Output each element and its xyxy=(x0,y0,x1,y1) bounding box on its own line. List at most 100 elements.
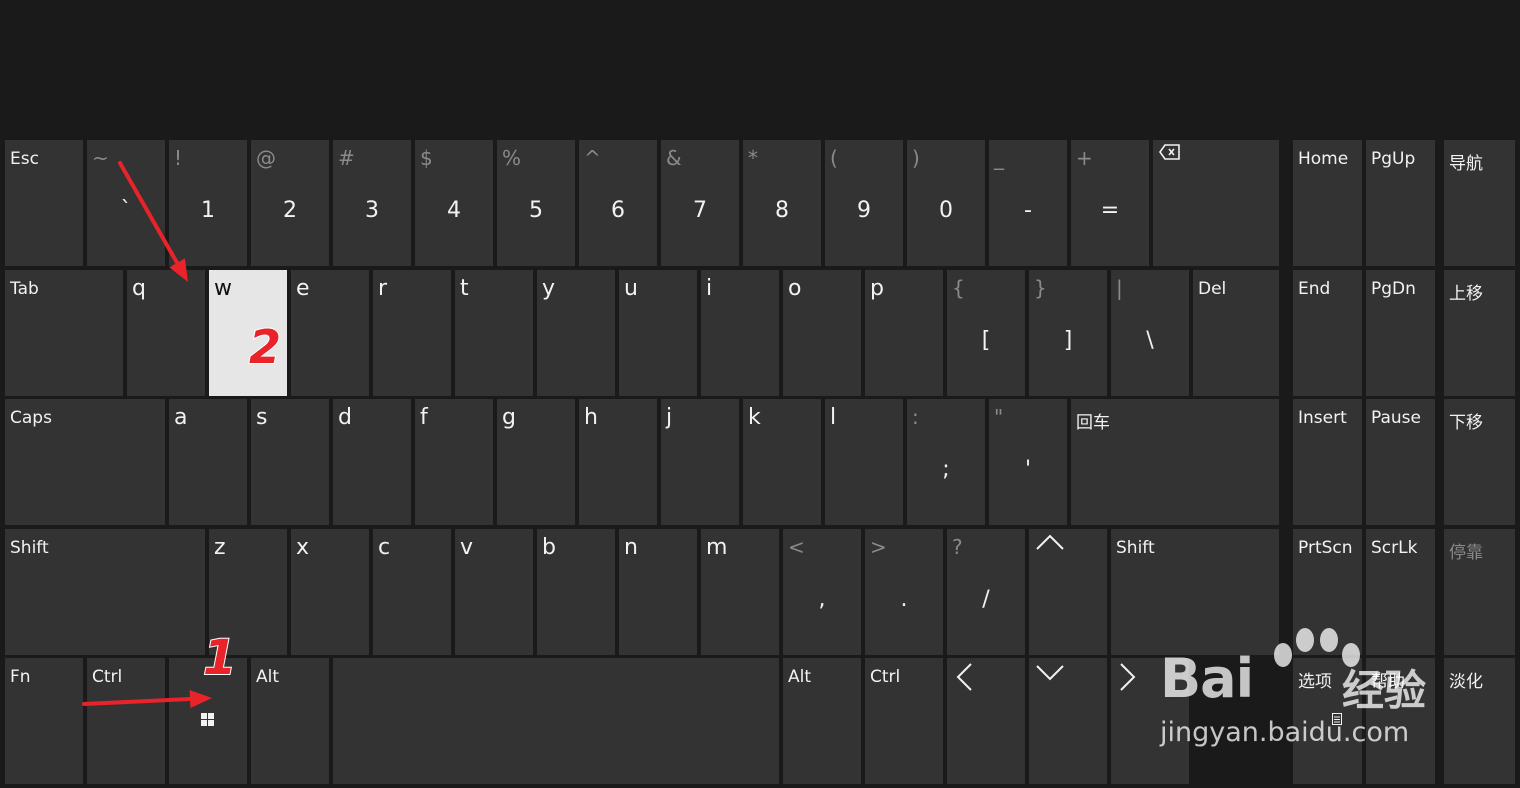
key-digit9[interactable]: (9 xyxy=(825,140,903,266)
key-altleft[interactable]: Alt xyxy=(251,658,329,784)
key-dock[interactable]: 停靠 xyxy=(1444,529,1515,655)
key-movedown[interactable]: 下移 xyxy=(1444,399,1515,525)
key-f-label: f xyxy=(420,405,428,430)
key-pause[interactable]: Pause xyxy=(1366,399,1435,525)
key-bracketleft[interactable]: {[ xyxy=(947,270,1025,396)
key-s[interactable]: s xyxy=(251,399,329,525)
key-fade-label: 淡化 xyxy=(1449,672,1483,692)
key-comma[interactable]: <, xyxy=(783,529,861,655)
key-digit3[interactable]: #3 xyxy=(333,140,411,266)
key-digit8[interactable]: * 8 xyxy=(743,140,821,266)
key-digit4-label: 4 xyxy=(447,198,461,223)
key-ctrlleft[interactable]: Ctrl xyxy=(87,658,165,784)
key-digit7[interactable]: & 7 xyxy=(661,140,739,266)
key-i[interactable]: i xyxy=(701,270,779,396)
key-esc[interactable]: Esc xyxy=(5,140,83,266)
key-ctrlleft-label: Ctrl xyxy=(92,667,123,687)
key-digit1[interactable]: ! 1 xyxy=(169,140,247,266)
key-period-shift-label: > xyxy=(870,535,887,559)
key-options[interactable]: 选项 xyxy=(1293,658,1362,784)
key-arrowright[interactable] xyxy=(1111,658,1189,784)
key-n[interactable]: n xyxy=(619,529,697,655)
key-pause-label: Pause xyxy=(1371,408,1421,428)
key-shiftleft[interactable]: Shift xyxy=(5,529,205,655)
key-pgdn[interactable]: PgDn xyxy=(1366,270,1435,396)
key-fade[interactable]: 淡化 xyxy=(1444,658,1515,784)
key-prtscn[interactable]: PrtScn xyxy=(1293,529,1362,655)
key-home[interactable]: Home xyxy=(1293,140,1362,266)
key-digit0[interactable]: ) 0 xyxy=(907,140,985,266)
key-tab-label: Tab xyxy=(10,279,39,299)
key-options-label: 选项 xyxy=(1298,672,1332,692)
key-backspace[interactable] xyxy=(1153,140,1279,266)
key-help[interactable]: 帮助 xyxy=(1366,658,1435,784)
key-g-label: g xyxy=(502,405,516,430)
key-d[interactable]: d xyxy=(333,399,411,525)
key-v[interactable]: v xyxy=(455,529,533,655)
key-pgdn-label: PgDn xyxy=(1371,279,1416,299)
key-b[interactable]: b xyxy=(537,529,615,655)
key-r[interactable]: r xyxy=(373,270,451,396)
key-del[interactable]: Del xyxy=(1193,270,1279,396)
key-arrowleft[interactable] xyxy=(947,658,1025,784)
key-equal[interactable]: + = xyxy=(1071,140,1149,266)
key-digit5[interactable]: % 5 xyxy=(497,140,575,266)
key-arrowdown[interactable] xyxy=(1029,658,1107,784)
key-space[interactable] xyxy=(333,658,779,784)
key-digit6[interactable]: ^ 6 xyxy=(579,140,657,266)
key-digit4[interactable]: $4 xyxy=(415,140,493,266)
key-p[interactable]: p xyxy=(865,270,943,396)
key-ctrlright[interactable]: Ctrl xyxy=(865,658,943,784)
key-backquote[interactable]: ~ ` xyxy=(87,140,165,266)
key-e[interactable]: e xyxy=(291,270,369,396)
key-digit2[interactable]: @2 xyxy=(251,140,329,266)
key-insert[interactable]: Insert xyxy=(1293,399,1362,525)
key-u[interactable]: u xyxy=(619,270,697,396)
key-backquote-label: ` xyxy=(120,198,132,223)
key-caps[interactable]: Caps xyxy=(5,399,165,525)
key-quote[interactable]: " ' xyxy=(989,399,1067,525)
key-nav[interactable]: 导航 xyxy=(1444,140,1515,266)
annotation-step-2: 2 xyxy=(248,319,282,375)
key-comma-label: , xyxy=(818,587,826,612)
key-f[interactable]: f xyxy=(415,399,493,525)
key-m[interactable]: m xyxy=(701,529,779,655)
key-x[interactable]: x xyxy=(291,529,369,655)
key-bracketright[interactable]: }] xyxy=(1029,270,1107,396)
key-shiftright[interactable]: Shift xyxy=(1111,529,1279,655)
key-shiftright-label: Shift xyxy=(1116,538,1155,558)
key-home-label: Home xyxy=(1298,149,1349,169)
key-c[interactable]: c xyxy=(373,529,451,655)
key-movedown-label: 下移 xyxy=(1449,413,1483,433)
key-arrowup[interactable] xyxy=(1029,529,1107,655)
key-minus-label: - xyxy=(1024,198,1032,223)
key-k[interactable]: k xyxy=(743,399,821,525)
key-end[interactable]: End xyxy=(1293,270,1362,396)
key-q[interactable]: q xyxy=(127,270,205,396)
key-y[interactable]: y xyxy=(537,270,615,396)
key-l[interactable]: l xyxy=(825,399,903,525)
key-k-label: k xyxy=(748,405,761,430)
key-w[interactable]: w2 xyxy=(209,270,287,396)
key-digit6-shift-label: ^ xyxy=(584,146,601,170)
key-pgup[interactable]: PgUp xyxy=(1366,140,1435,266)
key-fn-label: Fn xyxy=(10,667,31,687)
key-a-label: a xyxy=(174,405,188,430)
key-tab[interactable]: Tab xyxy=(5,270,123,396)
key-minus[interactable]: _ - xyxy=(989,140,1067,266)
key-j[interactable]: j xyxy=(661,399,739,525)
key-a[interactable]: a xyxy=(169,399,247,525)
key-semicolon[interactable]: :; xyxy=(907,399,985,525)
key-g[interactable]: g xyxy=(497,399,575,525)
key-enter[interactable]: 回车 xyxy=(1071,399,1279,525)
key-scrlk[interactable]: ScrLk xyxy=(1366,529,1435,655)
key-t[interactable]: t xyxy=(455,270,533,396)
key-backslash[interactable]: | \ xyxy=(1111,270,1189,396)
key-h[interactable]: h xyxy=(579,399,657,525)
key-altright[interactable]: Alt xyxy=(783,658,861,784)
key-fn[interactable]: Fn xyxy=(5,658,83,784)
key-o[interactable]: o xyxy=(783,270,861,396)
key-period[interactable]: >. xyxy=(865,529,943,655)
key-slash[interactable]: ? / xyxy=(947,529,1025,655)
key-moveup[interactable]: 上移 xyxy=(1444,270,1515,396)
